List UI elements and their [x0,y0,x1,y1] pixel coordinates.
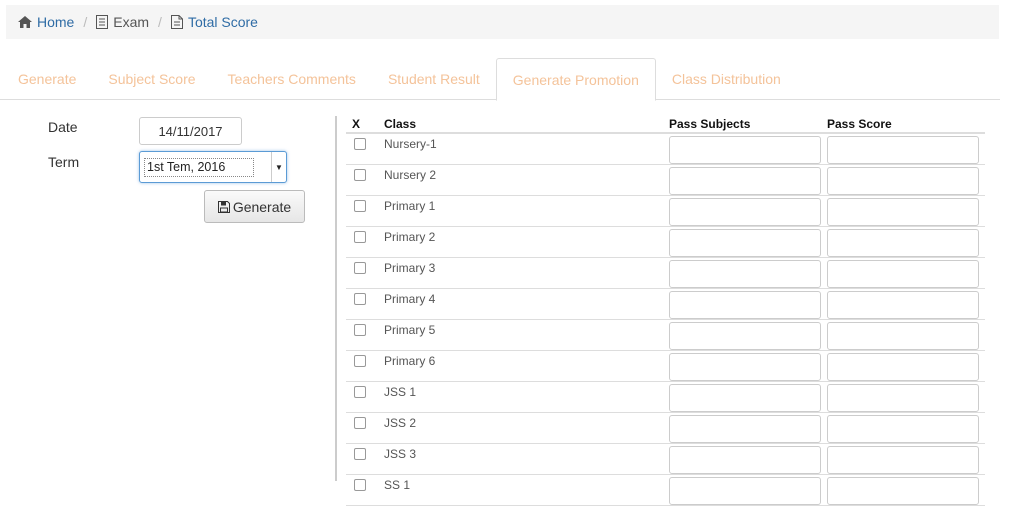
class-name: Primary 1 [384,199,436,213]
table-row: JSS 1 [346,382,985,413]
date-input[interactable] [139,117,242,145]
class-name: Nursery-1 [384,137,437,151]
pass-subjects-input[interactable] [669,415,821,443]
term-select-value: 1st Tem, 2016 [144,157,254,177]
table-row: Primary 5 [346,320,985,351]
breadcrumb-separator: / [83,14,88,30]
pass-subjects-input[interactable] [669,291,821,319]
tab-subject-score[interactable]: Subject Score [92,58,211,100]
pass-score-input[interactable] [827,322,979,350]
table-row: Primary 4 [346,289,985,320]
pass-subjects-input[interactable] [669,229,821,257]
breadcrumb-exam[interactable]: Exam [96,14,149,30]
pass-score-input[interactable] [827,291,979,319]
term-label: Term [48,154,80,170]
pass-subjects-input[interactable] [669,198,821,226]
pass-score-input[interactable] [827,260,979,288]
class-name: JSS 2 [384,416,417,430]
row-checkbox[interactable] [354,138,366,150]
row-checkbox[interactable] [354,355,366,367]
term-select[interactable]: 1st Tem, 2016 ▼ [139,151,287,183]
row-checkbox[interactable] [354,200,366,212]
pass-score-input[interactable] [827,477,979,505]
row-checkbox[interactable] [354,448,366,460]
table-row: Primary 2 [346,227,985,258]
tab-class-distribution[interactable]: Class Distribution [656,58,797,100]
pass-score-input[interactable] [827,415,979,443]
pass-subjects-input[interactable] [669,353,821,381]
class-name: Primary 5 [384,323,436,337]
tab-teachers-comments[interactable]: Teachers Comments [212,58,372,100]
pass-subjects-input[interactable] [669,384,821,412]
class-name: Nursery 2 [384,168,437,182]
breadcrumb-total-score[interactable]: Total Score [170,14,258,30]
table-row: SS 1 [346,475,985,506]
breadcrumb-home[interactable]: Home [18,14,74,30]
pass-subjects-input[interactable] [669,477,821,505]
breadcrumb-home-link[interactable]: Home [37,14,74,30]
tab-student-result[interactable]: Student Result [372,58,496,100]
table-row: Nursery-1 [346,134,985,165]
class-name: Primary 2 [384,230,436,244]
column-header-x: X [352,117,361,131]
table-row: Primary 3 [346,258,985,289]
tab-generate[interactable]: Generate [2,58,92,100]
pass-score-input[interactable] [827,136,979,164]
pass-score-input[interactable] [827,353,979,381]
row-checkbox[interactable] [354,169,366,181]
pass-score-input[interactable] [827,198,979,226]
pass-subjects-input[interactable] [669,136,821,164]
pass-subjects-input[interactable] [669,446,821,474]
breadcrumb: Home / Exam / Total Score [6,5,999,39]
pass-score-input[interactable] [827,167,979,195]
table-row: Primary 6 [346,351,985,382]
chevron-down-icon[interactable]: ▼ [271,152,286,182]
pass-subjects-input[interactable] [669,322,821,350]
row-checkbox[interactable] [354,386,366,398]
date-label: Date [48,119,78,135]
table-row: Primary 1 [346,196,985,227]
tab-generate-promotion[interactable]: Generate Promotion [495,58,656,101]
generate-button[interactable]: Generate [204,190,305,223]
row-checkbox[interactable] [354,262,366,274]
column-header-pass-subjects: Pass Subjects [669,117,751,131]
class-name: Primary 6 [384,354,436,368]
table-row: Nursery 2 [346,165,985,196]
breadcrumb-total-score-link[interactable]: Total Score [188,14,258,30]
class-name: SS 1 [384,478,411,492]
breadcrumb-exam-label[interactable]: Exam [113,14,149,30]
vertical-divider [335,116,337,481]
row-checkbox[interactable] [354,293,366,305]
save-icon [217,200,230,213]
document-icon [96,15,109,29]
row-checkbox[interactable] [354,417,366,429]
class-name: JSS 1 [384,385,417,399]
pass-score-input[interactable] [827,446,979,474]
column-header-pass-score: Pass Score [827,117,892,131]
breadcrumb-separator: / [158,14,162,30]
pass-score-input[interactable] [827,229,979,257]
file-icon [170,15,183,29]
home-icon [18,16,32,28]
column-header-class: Class [384,117,417,131]
table-row: JSS 3 [346,444,985,475]
class-name: Primary 3 [384,261,436,275]
class-name: Primary 4 [384,292,436,306]
row-checkbox[interactable] [354,324,366,336]
pass-subjects-input[interactable] [669,260,821,288]
pass-score-input[interactable] [827,384,979,412]
tab-bar: Generate Subject Score Teachers Comments… [0,58,1000,101]
generate-button-label: Generate [232,198,292,215]
row-checkbox[interactable] [354,231,366,243]
pass-subjects-input[interactable] [669,167,821,195]
table-row: JSS 2 [346,413,985,444]
class-name: JSS 3 [384,447,417,461]
